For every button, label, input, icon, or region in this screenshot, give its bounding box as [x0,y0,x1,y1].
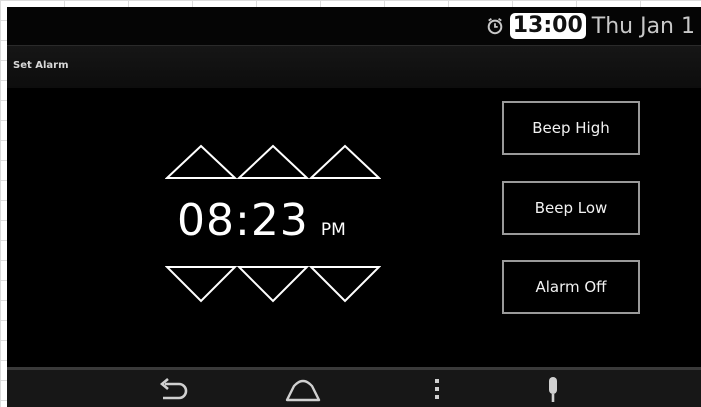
minute-tens-down-arrow[interactable] [237,265,309,303]
alarm-time-display: 08:23 PM [177,195,346,246]
menu-icon [435,379,439,399]
home-icon [285,379,321,402]
status-date: Thu Jan 1 [591,13,695,39]
status-time: 13:00 [509,13,586,39]
action-bar: Set Alarm [7,45,701,88]
home-button[interactable] [283,374,323,406]
alarm-off-button[interactable]: Alarm Off [502,260,640,314]
navigation-bar [7,367,701,407]
status-bar: 13:00 Thu Jan 1 [7,7,701,45]
minute-ones-up-arrow[interactable] [309,144,381,180]
alarm-setter: 08:23 PM Beep High Beep Low Alarm Off [7,87,701,367]
microphone-button[interactable] [533,374,573,406]
beep-low-button[interactable]: Beep Low [502,181,640,235]
hour-down-arrow[interactable] [165,265,237,303]
alarm-clock-icon [487,18,503,35]
hour-up-arrow[interactable] [165,144,237,180]
menu-button[interactable] [417,374,457,406]
alarm-period: PM [320,220,346,240]
minute-tens-up-arrow[interactable] [237,144,309,180]
minute-ones-down-arrow[interactable] [309,265,381,303]
microphone-icon [549,377,557,402]
page-title: Set Alarm [13,60,69,71]
beep-high-button[interactable]: Beep High [502,101,640,155]
back-button[interactable] [153,374,193,406]
device-screen: 13:00 Thu Jan 1 Set Alarm 08:23 PM Beep … [7,7,701,407]
back-icon [159,378,188,400]
alarm-time: 08:23 [177,195,309,246]
status-right-group: 13:00 Thu Jan 1 [486,12,695,40]
